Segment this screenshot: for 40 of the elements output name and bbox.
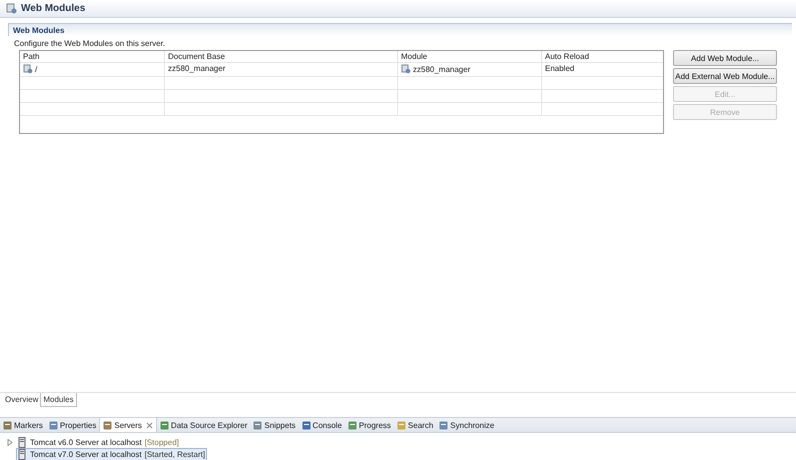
table-cell[interactable]: zz580_manager xyxy=(401,64,470,74)
column-header[interactable]: Module xyxy=(398,51,542,62)
view-tab[interactable]: Snippets xyxy=(250,418,299,432)
view-tab[interactable]: Servers xyxy=(99,418,157,432)
view-icon xyxy=(160,420,169,430)
column-header[interactable]: Path xyxy=(20,51,165,62)
section-title: Web Modules xyxy=(13,26,64,34)
editor-title: Web Modules xyxy=(21,3,86,14)
view-icon xyxy=(253,420,262,430)
server-item[interactable]: Tomcat v7.0 Server at localhost [Started, Restart] xyxy=(16,448,208,460)
view-tab[interactable]: Markers xyxy=(0,418,46,432)
server-icon xyxy=(18,436,27,448)
view-tab[interactable]: Search xyxy=(394,418,436,432)
server-item[interactable]: Tomcat v6.0 Server at localhost [Stopped] xyxy=(16,436,181,448)
view-icon xyxy=(3,420,12,430)
view-tab[interactable]: Synchronize xyxy=(436,418,498,432)
view-icon xyxy=(302,420,311,430)
module-icon xyxy=(6,3,17,14)
column-header[interactable]: Auto Reload xyxy=(542,51,663,62)
table-cell[interactable]: Enabled xyxy=(545,64,574,73)
column-header[interactable]: Document Base xyxy=(165,51,398,62)
view-icon xyxy=(439,420,448,430)
server-icon xyxy=(18,448,27,460)
view-tab[interactable]: Progress xyxy=(344,418,394,432)
expand-arrow-icon[interactable] xyxy=(7,438,13,446)
view-icon xyxy=(48,420,58,430)
view-tab[interactable]: Console xyxy=(298,418,345,432)
editor-tab[interactable]: Overview xyxy=(3,393,40,407)
view-tab[interactable]: Data Source Explorer xyxy=(156,418,250,432)
view-icon xyxy=(103,420,112,430)
table-cell[interactable]: zz580_manager xyxy=(168,64,226,73)
action-button[interactable]: Add Web Module... xyxy=(673,50,777,66)
editor-tab[interactable]: Modules xyxy=(40,393,77,407)
section-description: Configure the Web Modules on this server. xyxy=(13,38,166,49)
view-icon xyxy=(348,420,357,430)
action-button[interactable]: Add External Web Module... xyxy=(673,68,777,84)
close-icon[interactable] xyxy=(146,422,153,428)
view-icon xyxy=(396,420,406,430)
table-cell[interactable]: / xyxy=(23,64,38,74)
view-tab[interactable]: Properties xyxy=(46,418,100,432)
